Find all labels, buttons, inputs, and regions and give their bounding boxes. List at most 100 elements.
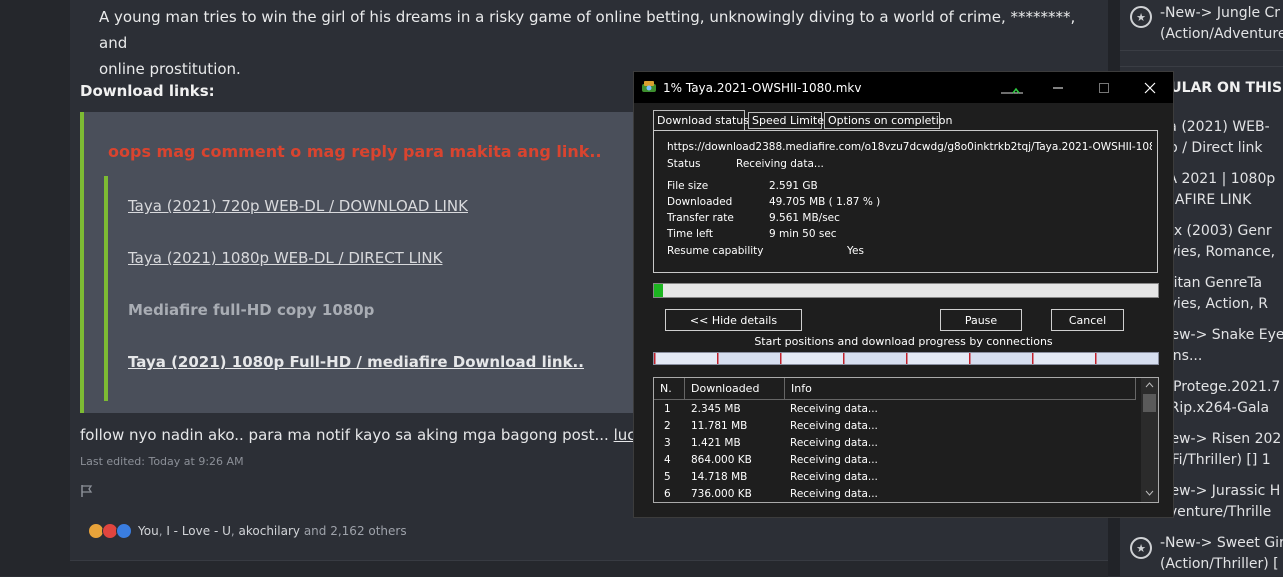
report-flag-icon[interactable] (80, 484, 94, 498)
connection-info: Receiving data... (790, 403, 878, 415)
minimize-button[interactable] (1035, 72, 1081, 103)
dialog-title: 1% Taya.2021-OWSHII-1080.mkv (663, 81, 862, 95)
reaction-user[interactable]: I - Love - U (166, 524, 231, 538)
connections-label: Start positions and download progress by… (754, 335, 1053, 348)
next-post-strip (70, 560, 1108, 577)
download-link-1080p[interactable]: Taya (2021) 1080p WEB-DL / DIRECT LINK (128, 249, 442, 267)
connection-number: 2 (664, 420, 671, 432)
connection-segment (654, 353, 717, 364)
table-row[interactable]: 6 736.000 KB Receiving data... (654, 486, 1142, 502)
connection-segment (1032, 353, 1095, 364)
table-scrollbar[interactable] (1141, 378, 1158, 502)
connection-marker (843, 353, 845, 364)
connection-marker (780, 353, 782, 364)
table-row[interactable]: 5 14.718 MB Receiving data... (654, 469, 1142, 486)
sidebar-thread-title[interactable]: -New-> Sweet Gir (1160, 533, 1283, 554)
status-value: Receiving data... (736, 158, 824, 170)
popular-item-subtitle[interactable]: BRip.x264-Gala (1160, 398, 1269, 419)
sidebar-thread-subtitle[interactable]: (Action/Adventure (1160, 24, 1283, 45)
reaction-user[interactable]: You (138, 524, 159, 538)
popular-item-title[interactable]: New-> Snake Eye (1160, 325, 1283, 346)
download-progress-dialog: 1% Taya.2021-OWSHII-1080.mkv Download st… (633, 71, 1174, 518)
tab-options-on-completion[interactable]: Options on completion (824, 112, 953, 129)
connection-downloaded: 2.345 MB (691, 403, 741, 415)
file-size-value: 2.591 GB (769, 180, 818, 192)
star-badge-icon: ★ (1130, 537, 1152, 559)
connection-number: 6 (664, 488, 671, 500)
downloaded-label: Downloaded (667, 196, 733, 208)
page-left-gutter (0, 0, 70, 576)
inner-quote-block: Taya (2021) 720p WEB-DL / DOWNLOAD LINK … (104, 176, 628, 401)
hide-details-button[interactable]: << Hide details (665, 309, 802, 331)
status-label: Status (667, 158, 701, 170)
connections-table: N. Downloaded Info 1 2.345 MB Receiving … (653, 377, 1159, 503)
resume-capability-label: Resume capability (667, 245, 764, 257)
popular-heading: PULAR ON THIS F (1160, 80, 1283, 96)
column-header-downloaded[interactable]: Downloaded (685, 378, 785, 400)
connection-info: Receiving data... (790, 488, 878, 500)
popular-item-subtitle[interactable]: dventure/Thrille (1160, 502, 1271, 523)
last-edited: Last edited: Today at 9:26 AM (80, 455, 244, 468)
popular-item-subtitle[interactable]: ovies, Romance, (1160, 242, 1275, 263)
connection-marker (1032, 353, 1034, 364)
mediafire-download-link[interactable]: Taya (2021) 1080p Full-HD / mediafire Do… (128, 353, 584, 371)
reaction-user[interactable]: akochilary (239, 524, 300, 538)
cancel-button[interactable]: Cancel (1051, 309, 1124, 331)
connection-downloaded: 736.000 KB (691, 488, 752, 500)
connection-downloaded: 14.718 MB (691, 471, 748, 483)
reaction-others[interactable]: and 2,162 others (304, 524, 407, 538)
dialog-titlebar[interactable]: 1% Taya.2021-OWSHII-1080.mkv (634, 72, 1173, 103)
pause-button[interactable]: Pause (940, 309, 1022, 331)
popular-item-subtitle[interactable]: ciFi/Thriller) [] 1 (1160, 450, 1271, 471)
table-row[interactable]: 3 1.421 MB Receiving data... (654, 435, 1142, 452)
reaction-separator: , (230, 524, 239, 538)
resume-capability-value: Yes (847, 245, 864, 257)
download-link-720p[interactable]: Taya (2021) 720p WEB-DL / DOWNLOAD LINK (128, 197, 468, 215)
popular-item-title[interactable]: mitan GenreTa (1160, 273, 1262, 294)
popular-item-title[interactable]: e.Protege.2021.7 (1160, 377, 1280, 398)
scroll-up-icon[interactable] (1145, 382, 1154, 388)
comment-warning: oops mag comment o mag reply para makita… (108, 142, 602, 161)
like-react-icon (116, 523, 132, 539)
popular-item-title[interactable]: New-> Risen 202 (1160, 429, 1281, 450)
scroll-down-icon[interactable] (1145, 490, 1154, 496)
scrollbar-thumb[interactable] (1143, 394, 1156, 412)
popular-item-title[interactable]: New-> Jurassic H (1160, 481, 1280, 502)
table-row[interactable]: 4 864.000 KB Receiving data... (654, 452, 1142, 469)
download-links-heading: Download links: (80, 82, 215, 100)
popular-item-title[interactable]: YA 2021 | 1080p (1160, 169, 1275, 190)
popular-item-title[interactable]: rex (2003) Genr (1160, 221, 1272, 242)
connection-number: 1 (664, 403, 671, 415)
column-header-number[interactable]: N. (654, 378, 685, 400)
connection-info: Receiving data... (790, 454, 878, 466)
time-left-label: Time left (667, 228, 714, 240)
downloaded-value: 49.705 MB ( 1.87 % ) (769, 196, 881, 208)
sidebar-thread-subtitle[interactable]: (Action/Thriller) [ (1160, 554, 1279, 575)
connection-downloaded: 864.000 KB (691, 454, 752, 466)
idm-app-icon (642, 81, 656, 92)
reactions-summary: You, I - Love - U, akochilary and 2,162 … (138, 524, 407, 538)
close-button[interactable] (1127, 72, 1173, 103)
popular-item-subtitle[interactable]: ovies, Action, R (1160, 294, 1268, 315)
connection-downloaded: 11.781 MB (691, 420, 748, 432)
popular-item-title[interactable]: ya (2021) WEB- (1160, 117, 1270, 138)
download-status-panel: https://download2388.mediafire.com/o18vz… (653, 130, 1158, 273)
tab-speed-limiter[interactable]: Speed Limiter (748, 112, 829, 129)
maximize-button[interactable] (1081, 72, 1127, 103)
tab-download-status[interactable]: Download status (653, 110, 749, 131)
file-size-label: File size (667, 180, 709, 192)
sidebar-divider (1120, 66, 1283, 67)
connection-segment (1095, 353, 1158, 364)
transfer-rate-value: 9.561 MB/sec (769, 212, 840, 224)
sidebar-thread-title[interactable]: -New-> Jungle Cr (1160, 3, 1280, 24)
table-row[interactable]: 2 11.781 MB Receiving data... (654, 418, 1142, 435)
table-row[interactable]: 1 2.345 MB Receiving data... (654, 401, 1142, 418)
connection-number: 4 (664, 454, 671, 466)
connection-info: Receiving data... (790, 471, 878, 483)
popular-item-subtitle[interactable]: 0p / Direct link (1160, 138, 1263, 159)
connection-downloaded: 1.421 MB (691, 437, 741, 449)
connection-number: 5 (664, 471, 671, 483)
column-header-info[interactable]: Info (785, 378, 1136, 400)
reactions-bar[interactable]: You, I - Love - U, akochilary and 2,162 … (88, 522, 407, 540)
download-progress-fill (654, 284, 664, 297)
